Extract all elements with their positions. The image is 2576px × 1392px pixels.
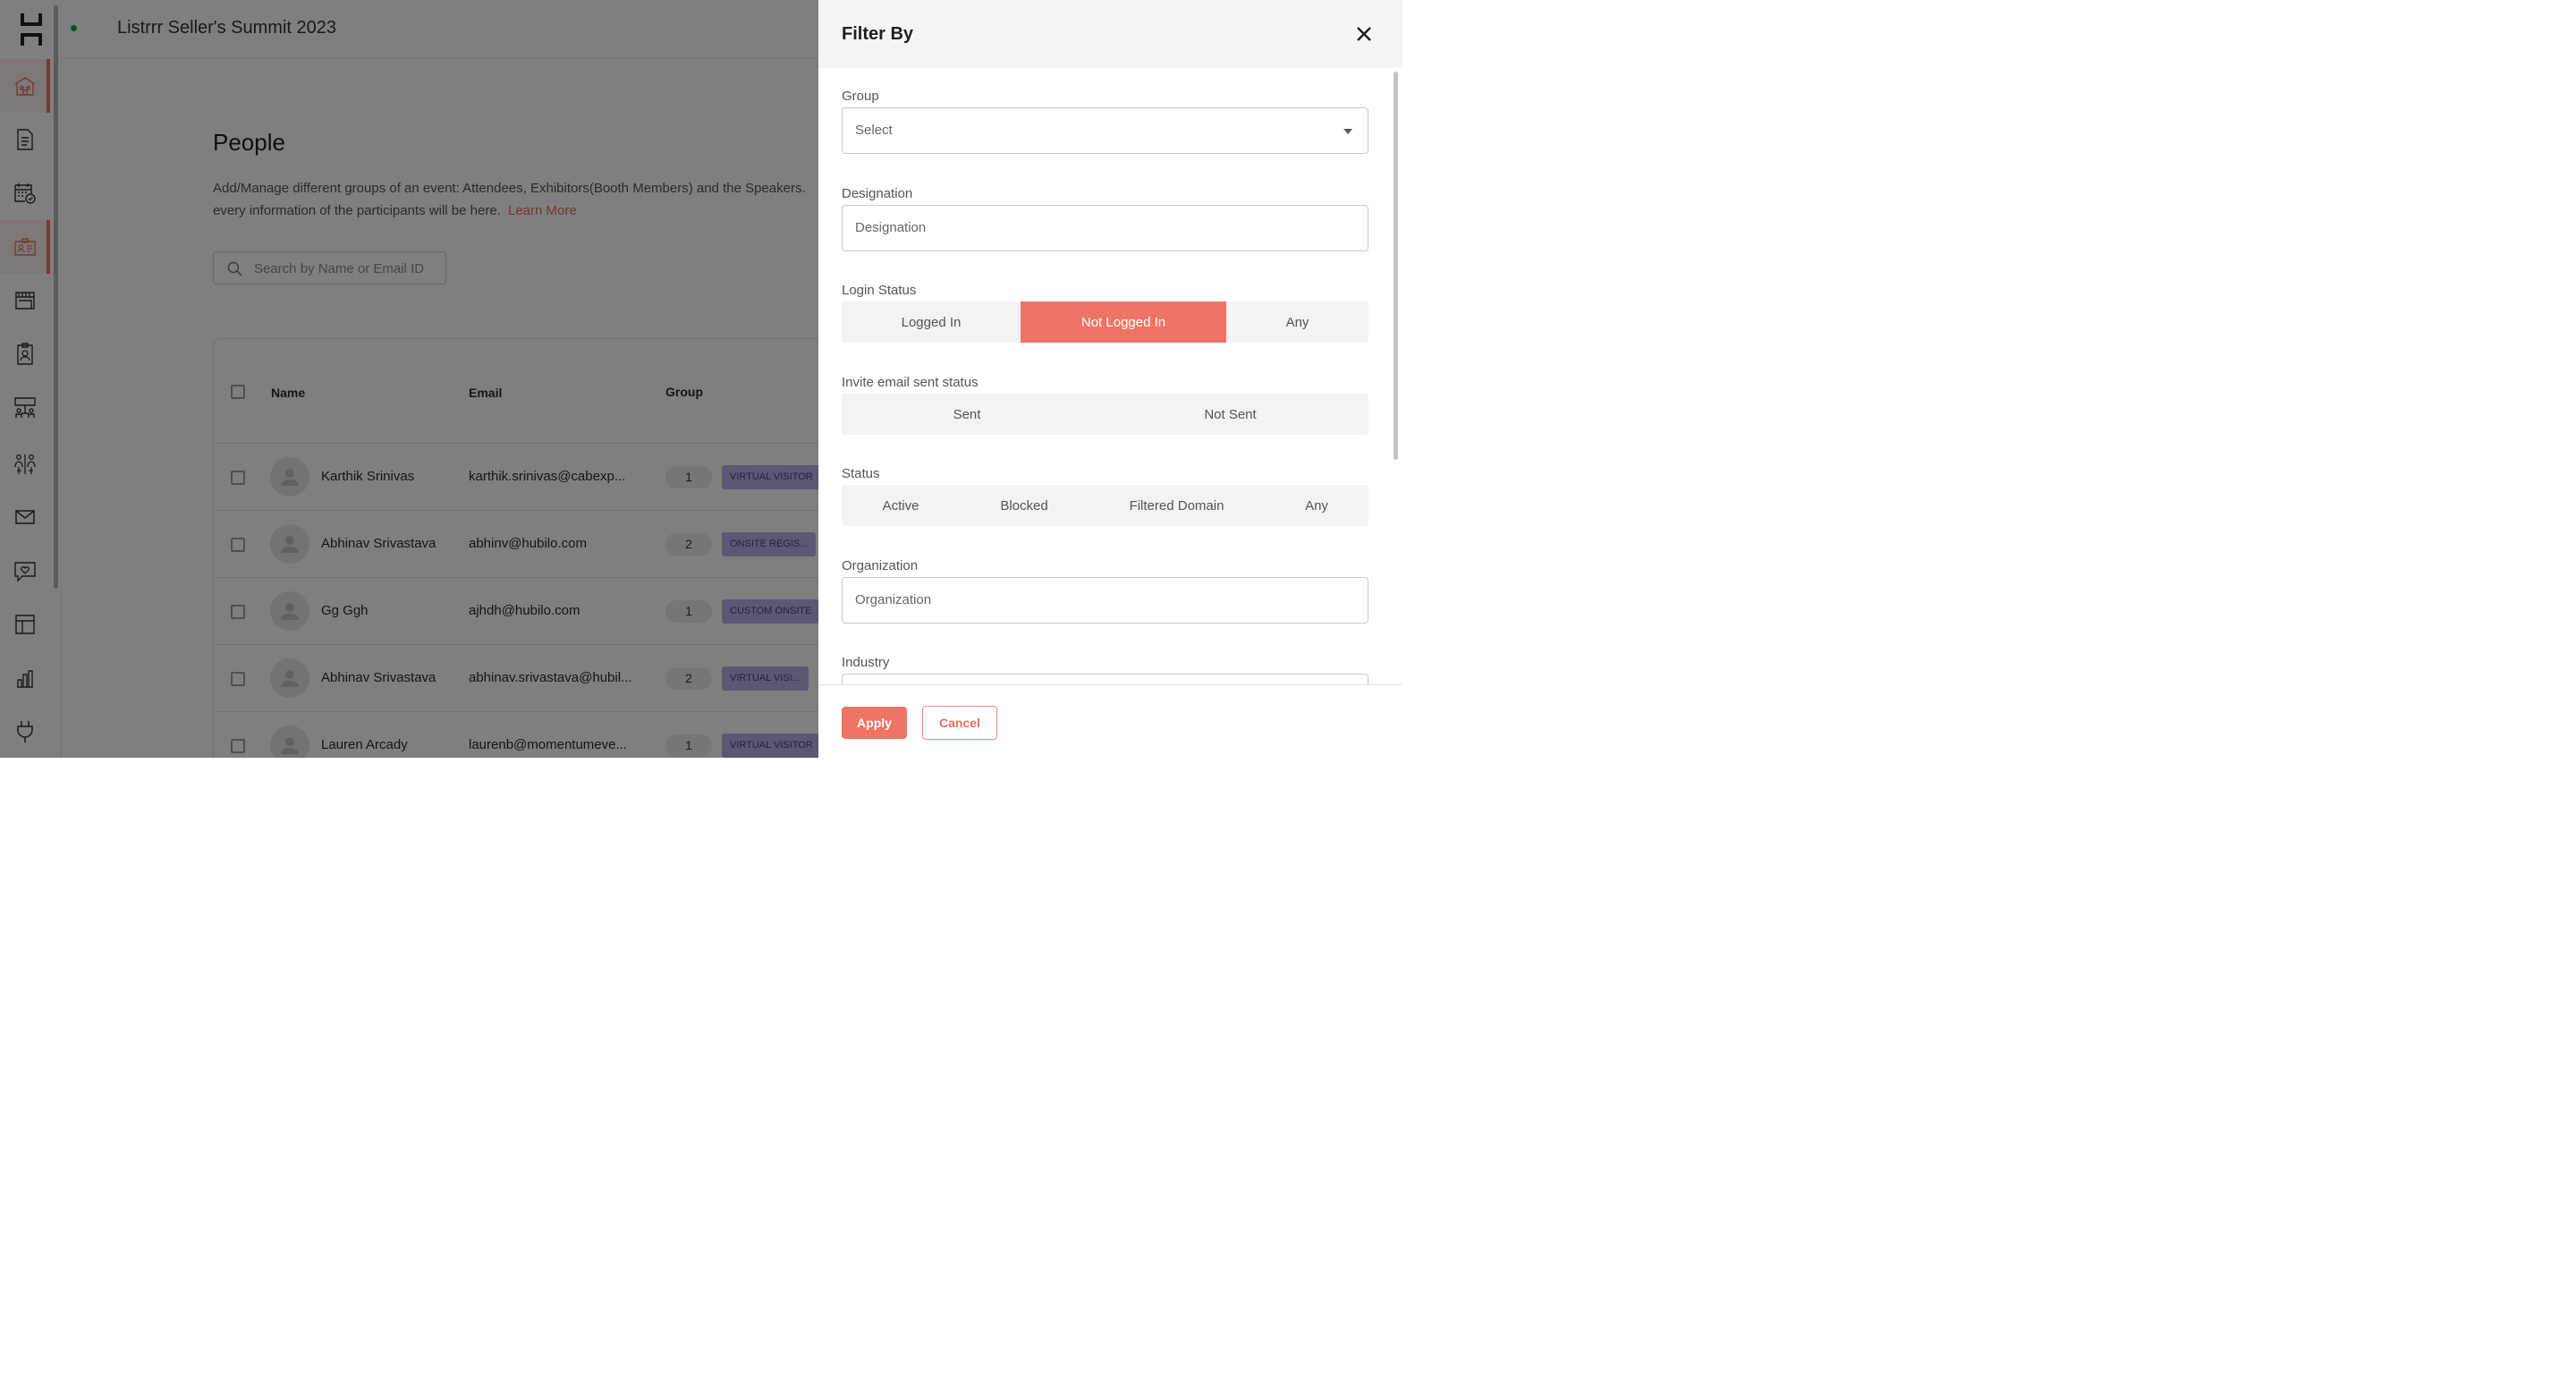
login-option-logged-in[interactable]: Logged In	[842, 301, 1021, 343]
filter-panel: Filter By Group Select Designation Desig…	[818, 0, 1402, 758]
designation-placeholder: Designation	[855, 220, 927, 235]
status-label: Status	[842, 466, 880, 481]
status-option-any[interactable]: Any	[1265, 485, 1368, 526]
chevron-down-icon	[1343, 129, 1352, 134]
filter-panel-scrollbar[interactable]	[1394, 72, 1398, 460]
invite-option-not-sent[interactable]: Not Sent	[1092, 394, 1368, 435]
cancel-button[interactable]: Cancel	[922, 706, 997, 740]
group-select[interactable]: Select	[842, 107, 1368, 154]
filter-panel-footer: Apply Cancel	[818, 684, 1402, 758]
industry-label: Industry	[842, 655, 890, 670]
invite-status-toggle: Sent Not Sent	[842, 394, 1368, 435]
designation-field[interactable]: Designation	[842, 205, 1368, 251]
filter-panel-header: Filter By	[818, 0, 1402, 68]
apply-button[interactable]: Apply	[842, 707, 907, 739]
login-option-not-logged-in[interactable]: Not Logged In	[1021, 301, 1226, 343]
status-option-active[interactable]: Active	[842, 485, 960, 526]
organization-field[interactable]: Organization	[842, 577, 1368, 624]
modal-backdrop[interactable]	[0, 0, 818, 758]
status-toggle: Active Blocked Filtered Domain Any	[842, 485, 1368, 526]
invite-status-label: Invite email sent status	[842, 375, 979, 390]
login-status-label: Login Status	[842, 283, 917, 298]
organization-label: Organization	[842, 558, 919, 573]
close-icon[interactable]	[1355, 25, 1373, 47]
invite-option-sent[interactable]: Sent	[842, 394, 1092, 435]
status-option-filtered-domain[interactable]: Filtered Domain	[1089, 485, 1265, 526]
group-select-value: Select	[855, 123, 893, 138]
login-status-toggle: Logged In Not Logged In Any	[842, 301, 1368, 343]
group-label: Group	[842, 89, 879, 104]
filter-panel-title: Filter By	[842, 24, 914, 44]
status-option-blocked[interactable]: Blocked	[960, 485, 1089, 526]
designation-label: Designation	[842, 186, 913, 201]
organization-placeholder: Organization	[855, 592, 932, 607]
login-option-any[interactable]: Any	[1226, 301, 1368, 343]
